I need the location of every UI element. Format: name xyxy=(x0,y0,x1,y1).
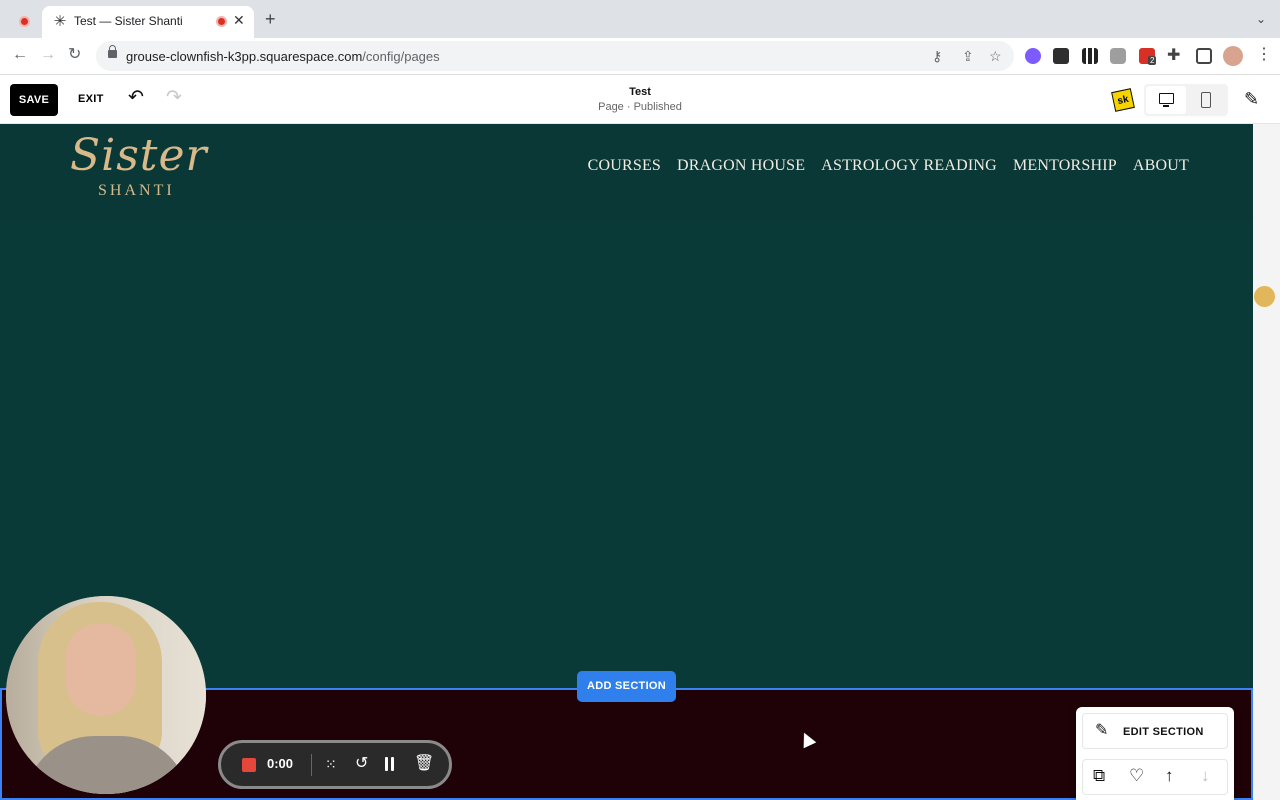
nav-link-mentorship[interactable]: MENTORSHIP xyxy=(1013,157,1117,175)
profile-avatar[interactable] xyxy=(1223,46,1243,66)
edit-section-label: EDIT SECTION xyxy=(1123,726,1204,738)
scroll-indicator-dot[interactable] xyxy=(1254,286,1275,307)
tab-recording-icon xyxy=(216,16,227,27)
extension-purple-icon[interactable] xyxy=(1025,48,1041,64)
reload-icon[interactable]: ↻ xyxy=(68,46,81,64)
url-text: grouse-clownfish-k3pp.squarespace.com/co… xyxy=(126,49,440,64)
desktop-icon xyxy=(1159,93,1174,107)
browser-tab-strip: ✳ Test — Sister Shanti ✕ + ⌄ xyxy=(0,0,1280,38)
site-styles-brush-icon[interactable]: ✎ xyxy=(1244,89,1259,110)
section-edit-panel: ✎ EDIT SECTION ⧉ ♡ ↑ ↓ xyxy=(1076,707,1234,800)
side-panel-icon[interactable] xyxy=(1196,48,1212,64)
webcam-bubble[interactable] xyxy=(6,596,206,794)
address-bar[interactable]: grouse-clownfish-k3pp.squarespace.com/co… xyxy=(96,41,1014,71)
nav-link-about[interactable]: ABOUT xyxy=(1133,157,1189,175)
forward-arrow-icon[interactable]: → xyxy=(40,46,56,64)
new-tab-button[interactable]: + xyxy=(265,10,276,28)
tab-favicon-icon: ✳ xyxy=(53,13,67,30)
pause-icon[interactable] xyxy=(391,757,394,771)
undo-icon[interactable]: ↶ xyxy=(128,88,144,108)
move-down-arrow-icon[interactable]: ↓ xyxy=(1201,766,1210,786)
share-icon[interactable]: ⇪ xyxy=(962,48,974,64)
redo-icon[interactable]: ↷ xyxy=(166,88,182,108)
key-icon[interactable]: ⚷ xyxy=(932,48,942,64)
device-view-toggle xyxy=(1144,84,1228,116)
sk-extension-icon[interactable]: sk xyxy=(1111,88,1135,112)
site-header: Sister SHANTI COURSES DRAGON HOUSE ASTRO… xyxy=(0,124,1253,220)
tab-title: Test — Sister Shanti xyxy=(74,14,183,28)
desktop-view-button[interactable] xyxy=(1146,86,1186,114)
divider xyxy=(311,754,312,776)
logo-sub-text: SHANTI xyxy=(98,182,175,199)
extension-new-icon[interactable] xyxy=(1053,48,1069,64)
extensions-puzzle-icon[interactable]: ✚ xyxy=(1167,47,1180,65)
tab-close-icon[interactable]: ✕ xyxy=(233,12,245,29)
edit-section-button[interactable]: ✎ EDIT SECTION xyxy=(1082,713,1228,749)
nav-link-courses[interactable]: COURSES xyxy=(588,157,661,175)
pause-icon[interactable] xyxy=(385,757,388,771)
save-button[interactable]: SAVE xyxy=(10,84,58,116)
recording-indicator-icon xyxy=(19,16,30,27)
recording-timer: 0:00 xyxy=(267,756,294,771)
site-logo[interactable]: Sister SHANTI xyxy=(70,126,207,206)
nav-link-astrology-reading[interactable]: ASTROLOGY READING xyxy=(821,157,997,175)
editor-toolbar: SAVE EXIT ↶ ↷ Test Page · Published sk ✎ xyxy=(0,75,1280,124)
move-up-arrow-icon[interactable]: ↑ xyxy=(1165,766,1174,786)
mobile-icon xyxy=(1201,92,1211,108)
nav-link-dragon-house[interactable]: DRAGON HOUSE xyxy=(677,157,805,175)
pencil-icon: ✎ xyxy=(1095,722,1109,739)
extension-badge: 2 xyxy=(1148,56,1157,65)
tab-search-chevron-icon[interactable]: ⌄ xyxy=(1256,12,1266,26)
exit-button[interactable]: EXIT xyxy=(78,93,104,105)
drag-handle-icon[interactable]: ⁙ xyxy=(325,754,337,774)
site-navigation: COURSES DRAGON HOUSE ASTROLOGY READING M… xyxy=(588,157,1189,175)
browser-tab-active[interactable]: ✳ Test — Sister Shanti ✕ xyxy=(42,6,254,38)
section-actions: ⧉ ♡ ↑ ↓ xyxy=(1082,759,1228,795)
restart-icon[interactable]: ↺ xyxy=(355,754,368,774)
lock-icon xyxy=(108,45,117,58)
logo-script-text: Sister xyxy=(70,130,208,181)
heart-icon[interactable]: ♡ xyxy=(1129,766,1144,786)
camera-icon[interactable] xyxy=(1110,48,1126,64)
delete-trash-icon[interactable]: 🗑 xyxy=(414,754,434,774)
page-title: Test xyxy=(629,86,651,98)
stop-recording-button[interactable] xyxy=(242,758,256,772)
extension-grid-icon[interactable] xyxy=(1082,48,1098,64)
browser-toolbar: ← → ↻ grouse-clownfish-k3pp.squarespace.… xyxy=(0,38,1280,75)
browser-menu-icon[interactable]: ⋮ xyxy=(1256,46,1272,64)
bookmark-star-icon[interactable]: ☆ xyxy=(989,48,1002,64)
page-status: Page · Published xyxy=(598,101,682,113)
scrollbar-track[interactable] xyxy=(1253,124,1280,800)
duplicate-icon[interactable]: ⧉ xyxy=(1093,766,1105,786)
mobile-view-button[interactable] xyxy=(1186,86,1226,114)
recorder-controls: 0:00 ⁙ ↺ 🗑 xyxy=(218,740,452,789)
screen: ✳ Test — Sister Shanti ✕ + ⌄ ← → ↻ grous… xyxy=(0,0,1280,800)
back-arrow-icon[interactable]: ← xyxy=(12,46,28,64)
webcam-person-face xyxy=(66,624,136,716)
add-section-button[interactable]: ADD SECTION xyxy=(577,671,676,702)
